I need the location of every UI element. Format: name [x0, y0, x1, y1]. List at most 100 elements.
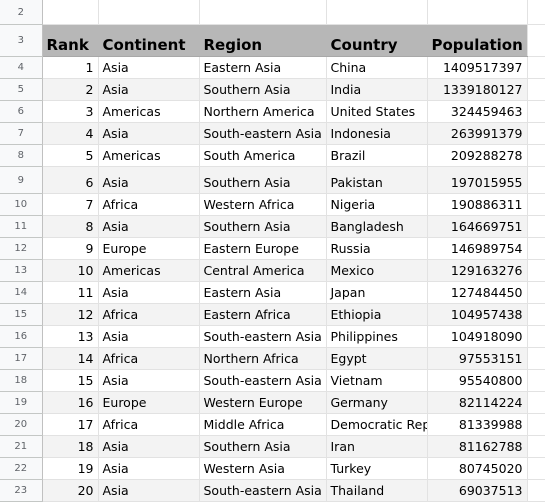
cell-rank[interactable]: 8 — [42, 215, 99, 238]
cell-continent[interactable]: Africa — [98, 413, 200, 436]
row-header[interactable]: 20 — [0, 413, 43, 436]
cell-country[interactable]: Nigeria — [326, 193, 428, 216]
cell-empty[interactable] — [527, 193, 545, 216]
cell-continent[interactable]: Asia — [98, 369, 200, 392]
cell-continent[interactable]: Asia — [98, 457, 200, 480]
cell-continent[interactable]: Americas — [98, 100, 200, 123]
cell-population[interactable]: 81162788 — [427, 435, 528, 458]
row-header[interactable]: 17 — [0, 347, 43, 370]
row-header[interactable]: 12 — [0, 237, 43, 260]
cell-continent[interactable]: Africa — [98, 303, 200, 326]
cell-population[interactable]: 95540800 — [427, 369, 528, 392]
row-header[interactable]: 14 — [0, 281, 43, 304]
row-header[interactable]: 10 — [0, 193, 43, 216]
row-header[interactable]: 8 — [0, 144, 43, 167]
cell-region[interactable]: South-eastern Asia — [199, 122, 327, 145]
cell-empty[interactable] — [527, 259, 545, 282]
cell-population[interactable]: 127484450 — [427, 281, 528, 304]
cell-population[interactable]: 209288278 — [427, 144, 528, 167]
cell-continent[interactable]: Asia — [98, 78, 200, 101]
cell-empty[interactable] — [42, 0, 99, 25]
row-header[interactable]: 18 — [0, 369, 43, 392]
cell-rank[interactable]: 16 — [42, 391, 99, 414]
row-header[interactable]: 2 — [0, 0, 43, 25]
cell-continent[interactable]: Americas — [98, 144, 200, 167]
cell-region[interactable]: Eastern Europe — [199, 237, 327, 260]
cell-population[interactable]: 263991379 — [427, 122, 528, 145]
cell-population[interactable]: 146989754 — [427, 237, 528, 260]
cell-continent[interactable]: Asia — [98, 281, 200, 304]
cell-empty[interactable] — [527, 166, 545, 194]
cell-rank[interactable]: 17 — [42, 413, 99, 436]
cell-empty[interactable] — [527, 369, 545, 392]
cell-empty[interactable] — [527, 100, 545, 123]
cell-region[interactable]: Western Asia — [199, 457, 327, 480]
cell-country[interactable]: Germany — [326, 391, 428, 414]
cell-empty[interactable] — [527, 325, 545, 348]
cell-continent[interactable]: Asia — [98, 435, 200, 458]
cell-population[interactable]: 69037513 — [427, 479, 528, 502]
column-header-continent[interactable]: Continent — [98, 24, 200, 57]
cell-region[interactable]: Northern Africa — [199, 347, 327, 370]
cell-population[interactable]: 1339180127 — [427, 78, 528, 101]
cell-empty[interactable] — [427, 0, 528, 25]
cell-region[interactable]: Southern Asia — [199, 215, 327, 238]
cell-empty[interactable] — [527, 457, 545, 480]
cell-continent[interactable]: Africa — [98, 193, 200, 216]
cell-continent[interactable]: Asia — [98, 479, 200, 502]
cell-region[interactable]: Central America — [199, 259, 327, 282]
cell-region[interactable]: South-eastern Asia — [199, 369, 327, 392]
cell-rank[interactable]: 3 — [42, 100, 99, 123]
cell-region[interactable]: Southern Asia — [199, 435, 327, 458]
cell-country[interactable]: Thailand — [326, 479, 428, 502]
row-header[interactable]: 3 — [0, 24, 43, 57]
cell-empty[interactable] — [527, 281, 545, 304]
cell-rank[interactable]: 11 — [42, 281, 99, 304]
cell-population[interactable]: 81339988 — [427, 413, 528, 436]
cell-empty[interactable] — [199, 0, 327, 25]
cell-rank[interactable]: 13 — [42, 325, 99, 348]
cell-population[interactable]: 324459463 — [427, 100, 528, 123]
cell-country[interactable]: Democratic Repu — [326, 413, 428, 436]
cell-country[interactable]: Japan — [326, 281, 428, 304]
cell-empty[interactable] — [527, 215, 545, 238]
cell-country[interactable]: Mexico — [326, 259, 428, 282]
cell-empty[interactable] — [527, 237, 545, 260]
row-header[interactable]: 22 — [0, 457, 43, 480]
cell-country[interactable]: Bangladesh — [326, 215, 428, 238]
cell-continent[interactable]: Europe — [98, 391, 200, 414]
cell-population[interactable]: 80745020 — [427, 457, 528, 480]
cell-empty[interactable] — [527, 144, 545, 167]
column-header-region[interactable]: Region — [199, 24, 327, 57]
row-header[interactable]: 13 — [0, 259, 43, 282]
cell-region[interactable]: Southern Asia — [199, 78, 327, 101]
cell-country[interactable]: Brazil — [326, 144, 428, 167]
row-header[interactable]: 11 — [0, 215, 43, 238]
cell-empty[interactable] — [527, 24, 545, 57]
cell-rank[interactable]: 20 — [42, 479, 99, 502]
cell-empty[interactable] — [527, 122, 545, 145]
cell-country[interactable]: India — [326, 78, 428, 101]
cell-region[interactable]: Western Africa — [199, 193, 327, 216]
cell-rank[interactable]: 5 — [42, 144, 99, 167]
cell-country[interactable]: Indonesia — [326, 122, 428, 145]
cell-country[interactable]: Turkey — [326, 457, 428, 480]
cell-region[interactable]: South-eastern Asia — [199, 325, 327, 348]
cell-continent[interactable]: Asia — [98, 122, 200, 145]
cell-empty[interactable] — [527, 0, 545, 25]
cell-rank[interactable]: 14 — [42, 347, 99, 370]
row-header[interactable]: 5 — [0, 78, 43, 101]
cell-region[interactable]: Eastern Africa — [199, 303, 327, 326]
cell-empty[interactable] — [527, 479, 545, 502]
cell-country[interactable]: China — [326, 56, 428, 79]
cell-population[interactable]: 164669751 — [427, 215, 528, 238]
cell-empty[interactable] — [527, 78, 545, 101]
cell-country[interactable]: United States — [326, 100, 428, 123]
cell-continent[interactable]: Asia — [98, 325, 200, 348]
cell-empty[interactable] — [527, 303, 545, 326]
cell-continent[interactable]: Africa — [98, 347, 200, 370]
cell-rank[interactable]: 18 — [42, 435, 99, 458]
cell-region[interactable]: Southern Asia — [199, 166, 327, 194]
cell-country[interactable]: Iran — [326, 435, 428, 458]
cell-population[interactable]: 104957438 — [427, 303, 528, 326]
